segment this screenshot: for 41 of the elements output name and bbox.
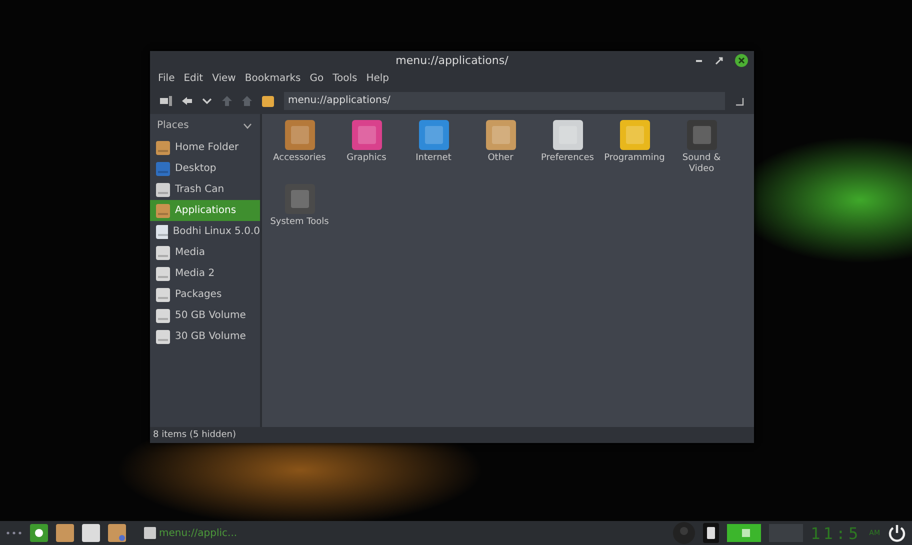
window-title: menu://applications/ (396, 54, 508, 66)
application-category[interactable]: Programming (601, 120, 668, 184)
resize-grip-icon[interactable] (735, 96, 744, 106)
menu-item[interactable]: File (158, 73, 175, 84)
sidebar-item[interactable]: 30 GB Volume (150, 326, 260, 347)
sidebar-item[interactable]: Bodhi Linux 5.0.0 (150, 221, 260, 242)
status-bar: 8 items (5 hidden) (150, 427, 754, 443)
clipboard-icon[interactable] (702, 523, 719, 543)
menu-item[interactable]: Go (310, 73, 324, 84)
sidebar-item[interactable]: Media (150, 242, 260, 263)
menu-item[interactable]: Tools (332, 73, 358, 84)
sidebar-item[interactable]: Media 2 (150, 263, 260, 284)
application-category[interactable]: Internet (400, 120, 467, 184)
location-field[interactable]: menu://applications/ (284, 92, 725, 110)
application-category[interactable]: System Tools (266, 184, 333, 248)
window-icon (144, 527, 156, 539)
maximize-icon[interactable] (715, 56, 723, 64)
application-category[interactable]: Other (467, 120, 534, 184)
caret-icon[interactable] (202, 96, 212, 106)
menu-item[interactable]: Edit (184, 73, 204, 84)
power-icon[interactable] (888, 524, 906, 542)
dots-icon[interactable] (6, 531, 22, 535)
menu-item[interactable]: Bookmarks (244, 73, 301, 84)
back-arrow-icon[interactable] (182, 96, 192, 106)
sidebar-item[interactable]: Desktop (150, 158, 260, 179)
taskbar-window-button[interactable]: menu://applic... (144, 527, 238, 539)
sidebar-item[interactable]: Packages (150, 284, 260, 305)
menu-item[interactable]: Help (366, 73, 390, 84)
application-category[interactable]: Accessories (266, 120, 333, 184)
application-category[interactable]: Preferences (534, 120, 601, 184)
sidebar-item[interactable]: Applications (150, 200, 260, 221)
close-icon[interactable] (735, 54, 748, 67)
places-header: Places (157, 120, 189, 131)
sidebar-item[interactable]: 50 GB Volume (150, 305, 260, 326)
sidebar-item[interactable]: Home Folder (150, 137, 260, 158)
clock: 11:5 (810, 524, 862, 542)
sidebar-item[interactable]: Trash Can (150, 179, 260, 200)
application-category[interactable]: Sound & Video (668, 120, 735, 184)
menu-item[interactable]: View (212, 73, 236, 84)
caret-icon[interactable] (243, 122, 252, 128)
application-category[interactable]: Graphics (333, 120, 400, 184)
